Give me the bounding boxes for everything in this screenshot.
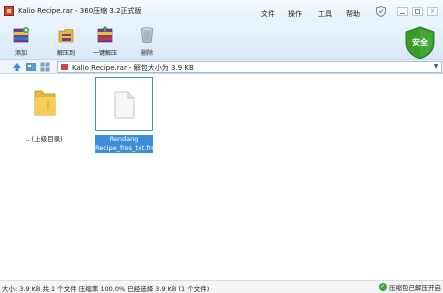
file-name: .. (上级目录) [25, 135, 63, 143]
safe-badge-label: 安全 [412, 38, 428, 47]
address-text: Kalio Recipe.rar - 解包大小为 3.9 KB [72, 64, 194, 72]
file-name: Rendang Recipe_fres_txt.fres [95, 135, 159, 153]
title-bar: Kalio Recipe.rar - 360压缩 3.2正式版 文件 操作 工具… [0, 0, 443, 22]
file-thumbnail [95, 77, 153, 131]
menu-help[interactable]: 帮助 [346, 9, 360, 19]
status-summary: 大小: 3.9 KB 共 1 个文件 压缩率 100.0% 已经选择 3.9 K… [2, 285, 210, 293]
safe-badge[interactable]: 安全 [404, 26, 436, 60]
close-icon: × [429, 7, 436, 15]
toolbar: 添加 解压到 一键解压 删除 安全 [0, 22, 443, 60]
delete-button[interactable]: 删除 [129, 24, 165, 58]
extract-to-button[interactable]: 解压到 [48, 24, 84, 58]
close-button[interactable]: × [427, 7, 438, 16]
menu-tools[interactable]: 工具 [318, 9, 332, 19]
menu-operate[interactable]: 操作 [288, 9, 302, 19]
archive-icon [61, 64, 68, 70]
extract-to-label: 解压到 [56, 50, 75, 57]
view-thumbnails-icon[interactable] [26, 62, 36, 72]
archive-app-icon [4, 6, 14, 16]
window-title: Kalio Recipe.rar - 360压缩 3.2正式版 [18, 7, 142, 15]
add-archive-icon [13, 27, 29, 43]
status-secure-text: 压缩包已解压开启 [389, 284, 441, 292]
address-field[interactable]: Kalio Recipe.rar - 解包大小为 3.9 KB ▼ [57, 61, 442, 73]
address-bar: Kalio Recipe.rar - 解包大小为 3.9 KB ▼ [0, 59, 443, 74]
view-list-icon[interactable] [40, 62, 50, 72]
status-secure: ✓ 压缩包已解压开启 [378, 282, 441, 293]
menu-file[interactable]: 文件 [261, 9, 275, 19]
minimize-button[interactable] [397, 7, 408, 16]
list-item-parent-directory[interactable]: .. (上级目录) [15, 77, 73, 155]
up-arrow-icon[interactable] [12, 62, 22, 72]
add-label: 添加 [14, 50, 27, 57]
maximize-icon [415, 9, 420, 14]
list-item-rendang-recipe[interactable]: Rendang Recipe_fres_txt.fres [95, 77, 159, 155]
minimize-icon [400, 13, 405, 14]
one-click-extract-label: 一键解压 [92, 50, 117, 57]
check-icon: ✓ [378, 283, 387, 291]
shield-icon[interactable] [376, 6, 386, 17]
file-list: .. (上级目录) Rendang Recipe_fres_txt.fres [0, 74, 443, 280]
chevron-down-icon[interactable]: ▼ [432, 63, 440, 71]
one-click-extract-icon [97, 26, 113, 43]
document-icon [114, 91, 135, 119]
one-click-extract-button[interactable]: 一键解压 [87, 24, 123, 58]
add-button[interactable]: 添加 [3, 24, 39, 58]
maximize-button[interactable] [412, 7, 423, 16]
delete-label: 删除 [140, 50, 153, 57]
trash-icon [140, 27, 154, 44]
folder-icon [34, 90, 56, 116]
status-bar: 大小: 3.9 KB 共 1 个文件 压缩率 100.0% 已经选择 3.9 K… [0, 280, 443, 293]
file-thumbnail [15, 77, 73, 131]
extract-folder-icon [58, 29, 74, 43]
